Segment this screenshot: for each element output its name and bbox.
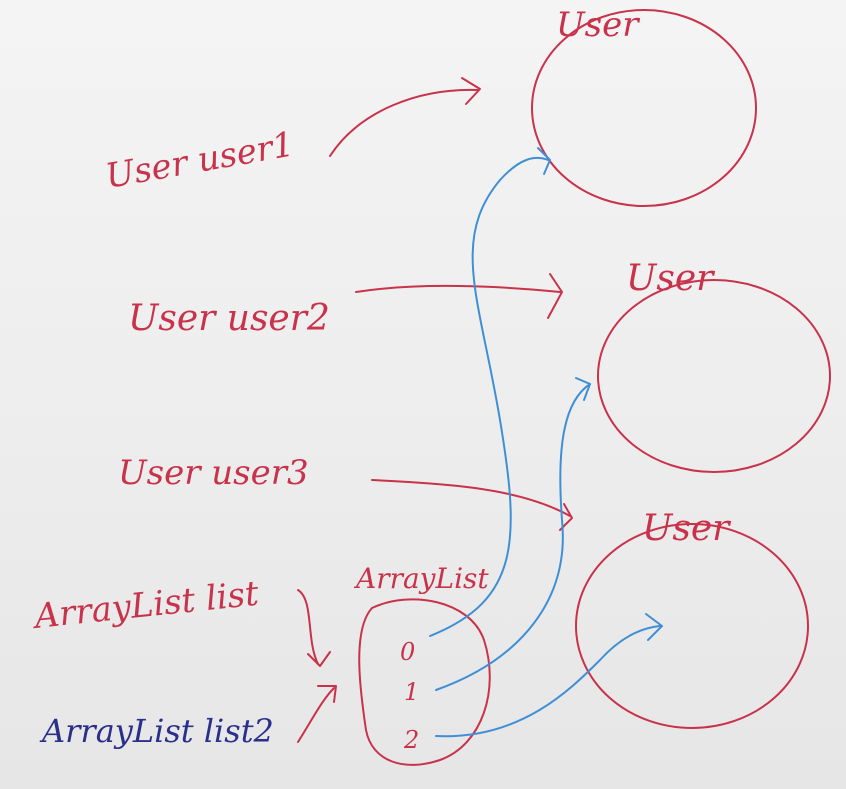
var-list-label: ArrayList list	[30, 574, 261, 638]
var-user2-label: User user2	[128, 298, 330, 339]
user-object-3-title: User	[642, 508, 731, 549]
arrow-list2-ref	[297, 687, 335, 743]
var-user3-label: User user3	[118, 453, 309, 493]
arrow-index1-ref	[435, 383, 591, 691]
arrow-index2-ref	[435, 625, 661, 738]
array-index-0: 0	[400, 638, 415, 666]
arrow-user1-ref-head	[461, 77, 481, 105]
array-index-2: 2	[403, 726, 419, 754]
user-object-3	[575, 523, 809, 729]
user-object-2-title: User	[626, 258, 715, 299]
arraylist-object	[358, 598, 491, 766]
arrow-user1-ref	[329, 88, 479, 157]
var-list2-label: ArrayList list2	[39, 712, 274, 750]
whiteboard: User User User ArrayList User user1 User…	[0, 0, 846, 789]
user-object-2	[597, 279, 831, 473]
arrow-list-ref	[297, 589, 319, 665]
arrow-user2-ref-head	[547, 273, 563, 319]
user-object-1-title: User	[556, 5, 640, 45]
diagram-canvas: User User User ArrayList User user1 User…	[30, 5, 831, 766]
arrow-list-ref-head	[307, 651, 331, 667]
var-user1-label: User user1	[103, 124, 298, 196]
array-index-1: 1	[404, 678, 419, 706]
arraylist-object-title: ArrayList	[353, 562, 489, 595]
arrow-user2-ref	[355, 284, 561, 293]
arrow-user3-ref	[371, 479, 571, 517]
